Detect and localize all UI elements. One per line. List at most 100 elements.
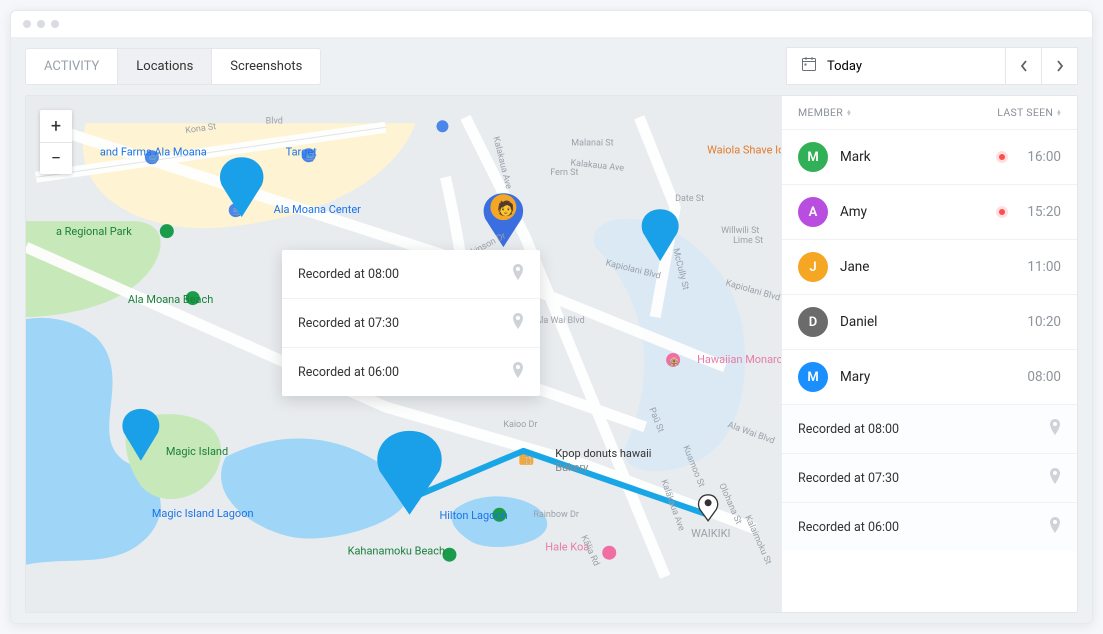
side-record-row[interactable]: Recorded at 06:00 [782, 503, 1077, 551]
side-record-label: Recorded at 08:00 [798, 422, 899, 437]
side-record-row[interactable]: Recorded at 08:00 [782, 405, 1077, 454]
member-name: Amy [840, 204, 987, 220]
svg-text:Hilton Lagoon: Hilton Lagoon [439, 509, 507, 522]
svg-text:Kahanamoku Beach: Kahanamoku Beach [348, 545, 445, 558]
members-list: M Mark 16:00 A Amy 15:20 J Jane 11:00 D Daniel 10:2… [782, 130, 1077, 405]
svg-text:and Farms Ala Moana: and Farms Ala Moana [100, 145, 207, 158]
member-name: Jane [840, 259, 1015, 275]
svg-text:Target: Target [286, 145, 317, 158]
svg-text:Fern St: Fern St [550, 168, 578, 178]
zoom-out-button[interactable]: − [40, 142, 72, 174]
svg-text:Kaioo Dr: Kaioo Dr [503, 420, 537, 430]
svg-text:Bakery: Bakery [555, 461, 589, 474]
date-next-button[interactable] [1042, 47, 1078, 85]
map-zoom-control: + − [40, 110, 72, 174]
pin-icon [512, 313, 524, 333]
chevron-right-icon [1056, 60, 1064, 72]
svg-text:Rainbow Dr: Rainbow Dr [533, 510, 579, 520]
member-lastseen: 08:00 [1027, 369, 1061, 385]
calendar-icon [801, 56, 817, 76]
member-name: Mark [840, 149, 987, 165]
map-record-label: Recorded at 08:00 [298, 267, 399, 282]
tab-activity[interactable]: ACTIVITY [26, 49, 118, 84]
avatar: J [798, 252, 828, 282]
svg-text:Kalaimoku St: Kalaimoku St [742, 514, 773, 566]
pin-icon [1049, 468, 1061, 488]
map-records-popover: Recorded at 08:00 Recorded at 07:30 Reco… [282, 250, 540, 396]
map-record-label: Recorded at 06:00 [298, 365, 399, 380]
member-row[interactable]: D Daniel 10:20 [782, 295, 1077, 350]
avatar: D [798, 307, 828, 337]
svg-text:Ala Moana Beach: Ala Moana Beach [128, 293, 213, 306]
traffic-light-max[interactable] [51, 20, 59, 28]
tab-screenshots[interactable]: Screenshots [212, 49, 320, 84]
live-indicator-icon [999, 209, 1005, 215]
date-label: Today [827, 59, 862, 74]
svg-text:Blvd: Blvd [266, 116, 283, 126]
avatar: M [798, 362, 828, 392]
pin-icon [512, 264, 524, 284]
svg-text:Magic Island: Magic Island [166, 445, 228, 458]
svg-text:Willwili St: Willwili St [721, 226, 759, 236]
pin-icon [1049, 419, 1061, 439]
col-member[interactable]: MEMBER ▴▾ [798, 106, 851, 119]
tab-locations[interactable]: Locations [118, 49, 212, 84]
pin-icon [512, 362, 524, 382]
member-name: Mary [840, 369, 1015, 385]
member-lastseen: 16:00 [1027, 149, 1061, 165]
members-panel: MEMBER ▴▾ LAST SEEN ▴▾ M Mark 16:00 A Amy 15:… [781, 96, 1077, 612]
svg-text:Hawaiian Monarch: Hawaiian Monarch [697, 353, 781, 366]
members-header: MEMBER ▴▾ LAST SEEN ▴▾ [782, 96, 1077, 130]
map-record-row[interactable]: Recorded at 07:30 [282, 299, 540, 348]
member-row[interactable]: M Mary 08:00 [782, 350, 1077, 405]
date-controls: Today [786, 47, 1078, 85]
svg-text:Magic Island Lagoon: Magic Island Lagoon [152, 507, 254, 520]
member-row[interactable]: A Amy 15:20 [782, 185, 1077, 240]
side-records-list: Recorded at 08:00 Recorded at 07:30 Reco… [782, 405, 1077, 551]
view-tabs: ACTIVITY Locations Screenshots [25, 48, 321, 85]
col-lastseen[interactable]: LAST SEEN ▴▾ [997, 106, 1061, 119]
svg-text:a Regional Park: a Regional Park [56, 225, 132, 238]
traffic-light-close[interactable] [23, 20, 31, 28]
member-lastseen: 11:00 [1027, 259, 1061, 275]
traffic-light-min[interactable] [37, 20, 45, 28]
live-indicator-icon [999, 154, 1005, 160]
svg-text:Ala Moana Center: Ala Moana Center [274, 203, 361, 216]
window-titlebar [11, 11, 1092, 37]
svg-text:Malanai St: Malanai St [571, 138, 613, 148]
chevron-left-icon [1020, 60, 1028, 72]
svg-text:Kpop donuts hawaii: Kpop donuts hawaii [555, 447, 651, 460]
member-row[interactable]: M Mark 16:00 [782, 130, 1077, 185]
svg-text:🧑: 🧑 [497, 199, 514, 217]
svg-text:🏨: 🏨 [669, 357, 679, 366]
member-name: Daniel [840, 314, 1015, 330]
member-row[interactable]: J Jane 11:00 [782, 240, 1077, 295]
avatar: M [798, 142, 828, 172]
app-window: ACTIVITY Locations Screenshots Today [10, 10, 1093, 624]
topbar: ACTIVITY Locations Screenshots Today [25, 47, 1078, 85]
main-content: 🛒 🛒 🛒 🏨 🍴 [25, 95, 1078, 613]
date-picker[interactable]: Today [786, 47, 1006, 85]
sort-icon: ▴▾ [847, 110, 851, 116]
map-canvas[interactable]: 🛒 🛒 🛒 🏨 🍴 [26, 96, 781, 612]
svg-text:Waiola Shave Ice: Waiola Shave Ice [707, 143, 781, 156]
avatar: A [798, 197, 828, 227]
map-record-label: Recorded at 07:30 [298, 316, 399, 331]
sort-icon: ▴▾ [1057, 110, 1061, 116]
svg-text:WAIKIKI: WAIKIKI [691, 527, 730, 540]
side-record-label: Recorded at 07:30 [798, 471, 899, 486]
app-body: ACTIVITY Locations Screenshots Today [11, 37, 1092, 623]
map-record-row[interactable]: Recorded at 06:00 [282, 348, 540, 396]
side-record-row[interactable]: Recorded at 07:30 [782, 454, 1077, 503]
svg-text:Lime St: Lime St [733, 236, 763, 246]
map-record-row[interactable]: Recorded at 08:00 [282, 250, 540, 299]
svg-text:Ala Wai Blvd: Ala Wai Blvd [535, 316, 584, 326]
pin-icon [1049, 517, 1061, 537]
member-lastseen: 10:20 [1027, 314, 1061, 330]
side-record-label: Recorded at 06:00 [798, 520, 899, 535]
date-prev-button[interactable] [1006, 47, 1042, 85]
svg-text:Date St: Date St [675, 194, 704, 204]
member-lastseen: 15:20 [1027, 204, 1061, 220]
svg-text:Ala Wai Blvd: Ala Wai Blvd [726, 420, 776, 446]
zoom-in-button[interactable]: + [40, 110, 72, 142]
